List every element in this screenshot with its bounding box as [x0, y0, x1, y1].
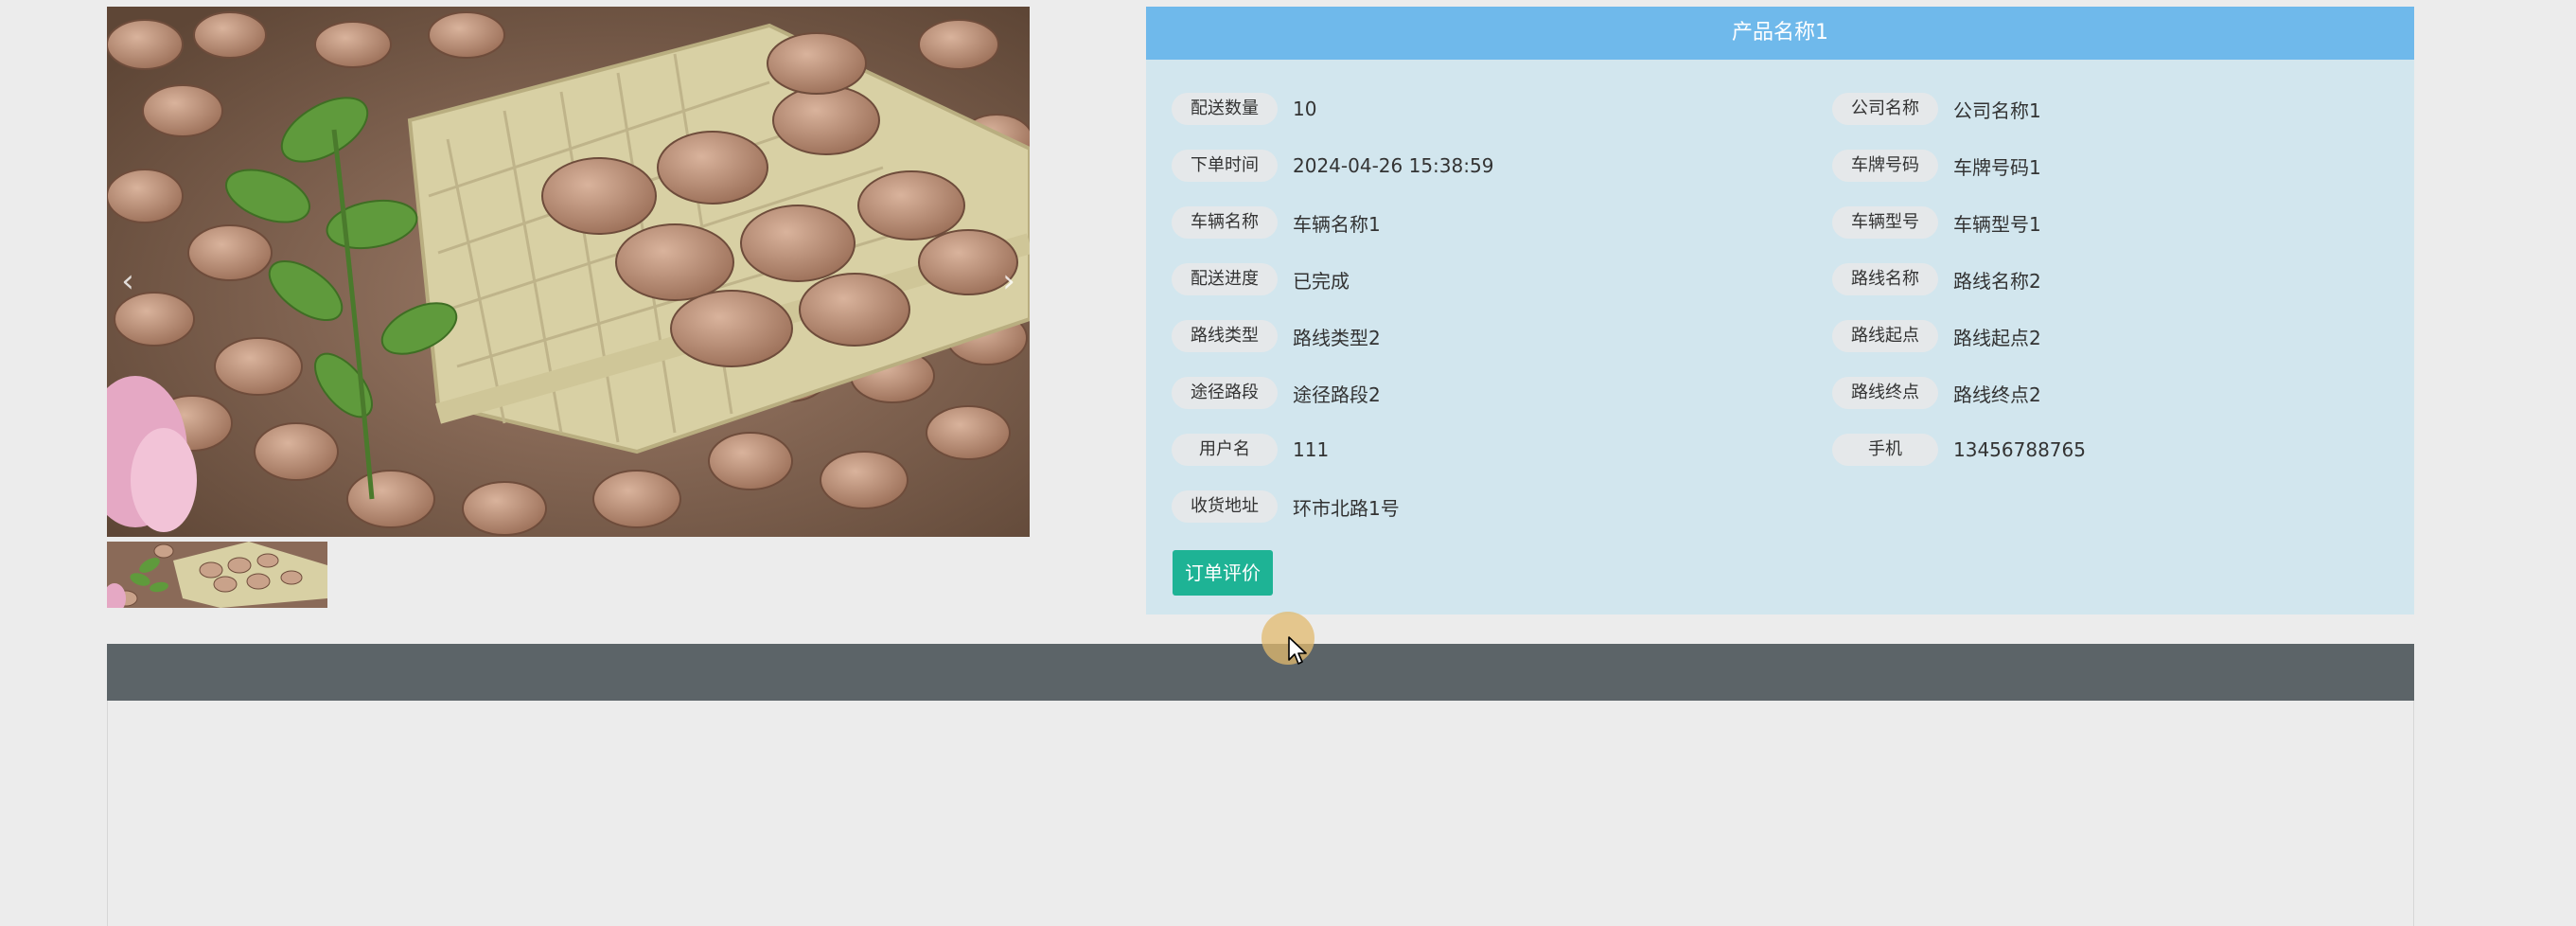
- field-label: 公司名称: [1832, 93, 1938, 125]
- field-label: 路线起点: [1832, 320, 1938, 352]
- field-value: 途径路段2: [1293, 383, 1381, 406]
- field-value: 已完成: [1293, 269, 1350, 293]
- field-value: 环市北路1号: [1293, 496, 1400, 520]
- section-header-bar: [107, 644, 2414, 701]
- field-phone: 手机 13456788765: [1832, 434, 2086, 466]
- field-value: 车牌号码1: [1953, 155, 2041, 179]
- field-label: 车牌号码: [1832, 150, 1938, 182]
- beans-thumbnail: [107, 542, 327, 608]
- field-label: 收货地址: [1172, 490, 1278, 523]
- mouse-pointer-icon: [1288, 636, 1307, 665]
- field-value: 路线类型2: [1293, 326, 1381, 349]
- field-label: 下单时间: [1172, 150, 1278, 182]
- field-value: 111: [1293, 438, 1330, 461]
- field-value: 10: [1293, 98, 1317, 120]
- chevron-left-icon[interactable]: ‹: [116, 262, 139, 300]
- field-license-plate: 车牌号码 车牌号码1: [1832, 150, 2041, 182]
- field-route-name: 路线名称 路线名称2: [1832, 263, 2041, 295]
- field-username: 用户名 111: [1172, 434, 1329, 466]
- order-detail-panel: 产品名称1 配送数量 10 下单时间 2024-04-26 15:38:59 车…: [1146, 7, 2414, 614]
- field-label: 路线终点: [1832, 377, 1938, 409]
- order-review-button[interactable]: 订单评价: [1173, 550, 1273, 596]
- field-value: 车辆型号1: [1953, 212, 2041, 236]
- field-value: 车辆名称1: [1293, 212, 1381, 236]
- beans-photo: [107, 7, 1030, 537]
- field-route-start: 路线起点 路线起点2: [1832, 320, 2041, 352]
- field-route-type: 路线类型 路线类型2: [1172, 320, 1381, 352]
- field-value: 路线名称2: [1953, 269, 2041, 293]
- field-label: 配送数量: [1172, 93, 1278, 125]
- field-route-end: 路线终点 路线终点2: [1832, 377, 2041, 409]
- field-value: 13456788765: [1953, 438, 2086, 461]
- field-label: 路线类型: [1172, 320, 1278, 352]
- field-label: 手机: [1832, 434, 1938, 466]
- field-company-name: 公司名称 公司名称1: [1832, 93, 2041, 125]
- content-area: [107, 701, 2414, 926]
- product-main-image[interactable]: ‹ ›: [107, 7, 1030, 537]
- field-label: 途径路段: [1172, 377, 1278, 409]
- field-route-segment: 途径路段 途径路段2: [1172, 377, 1381, 409]
- field-label: 车辆名称: [1172, 206, 1278, 239]
- product-thumbnail[interactable]: [107, 542, 327, 608]
- field-value: 2024-04-26 15:38:59: [1293, 154, 1494, 177]
- field-label: 配送进度: [1172, 263, 1278, 295]
- field-value: 路线起点2: [1953, 326, 2041, 349]
- field-order-time: 下单时间 2024-04-26 15:38:59: [1172, 150, 1493, 182]
- field-delivery-address: 收货地址 环市北路1号: [1172, 490, 1400, 523]
- field-value: 路线终点2: [1953, 383, 2041, 406]
- field-label: 车辆型号: [1832, 206, 1938, 239]
- field-delivery-progress: 配送进度 已完成: [1172, 263, 1350, 295]
- chevron-right-icon[interactable]: ›: [997, 262, 1020, 300]
- field-value: 公司名称1: [1953, 98, 2041, 122]
- product-title: 产品名称1: [1146, 7, 2414, 60]
- field-vehicle-model: 车辆型号 车辆型号1: [1832, 206, 2041, 239]
- field-label: 用户名: [1172, 434, 1278, 466]
- field-label: 路线名称: [1832, 263, 1938, 295]
- field-vehicle-name: 车辆名称 车辆名称1: [1172, 206, 1381, 239]
- field-delivery-quantity: 配送数量 10: [1172, 93, 1316, 125]
